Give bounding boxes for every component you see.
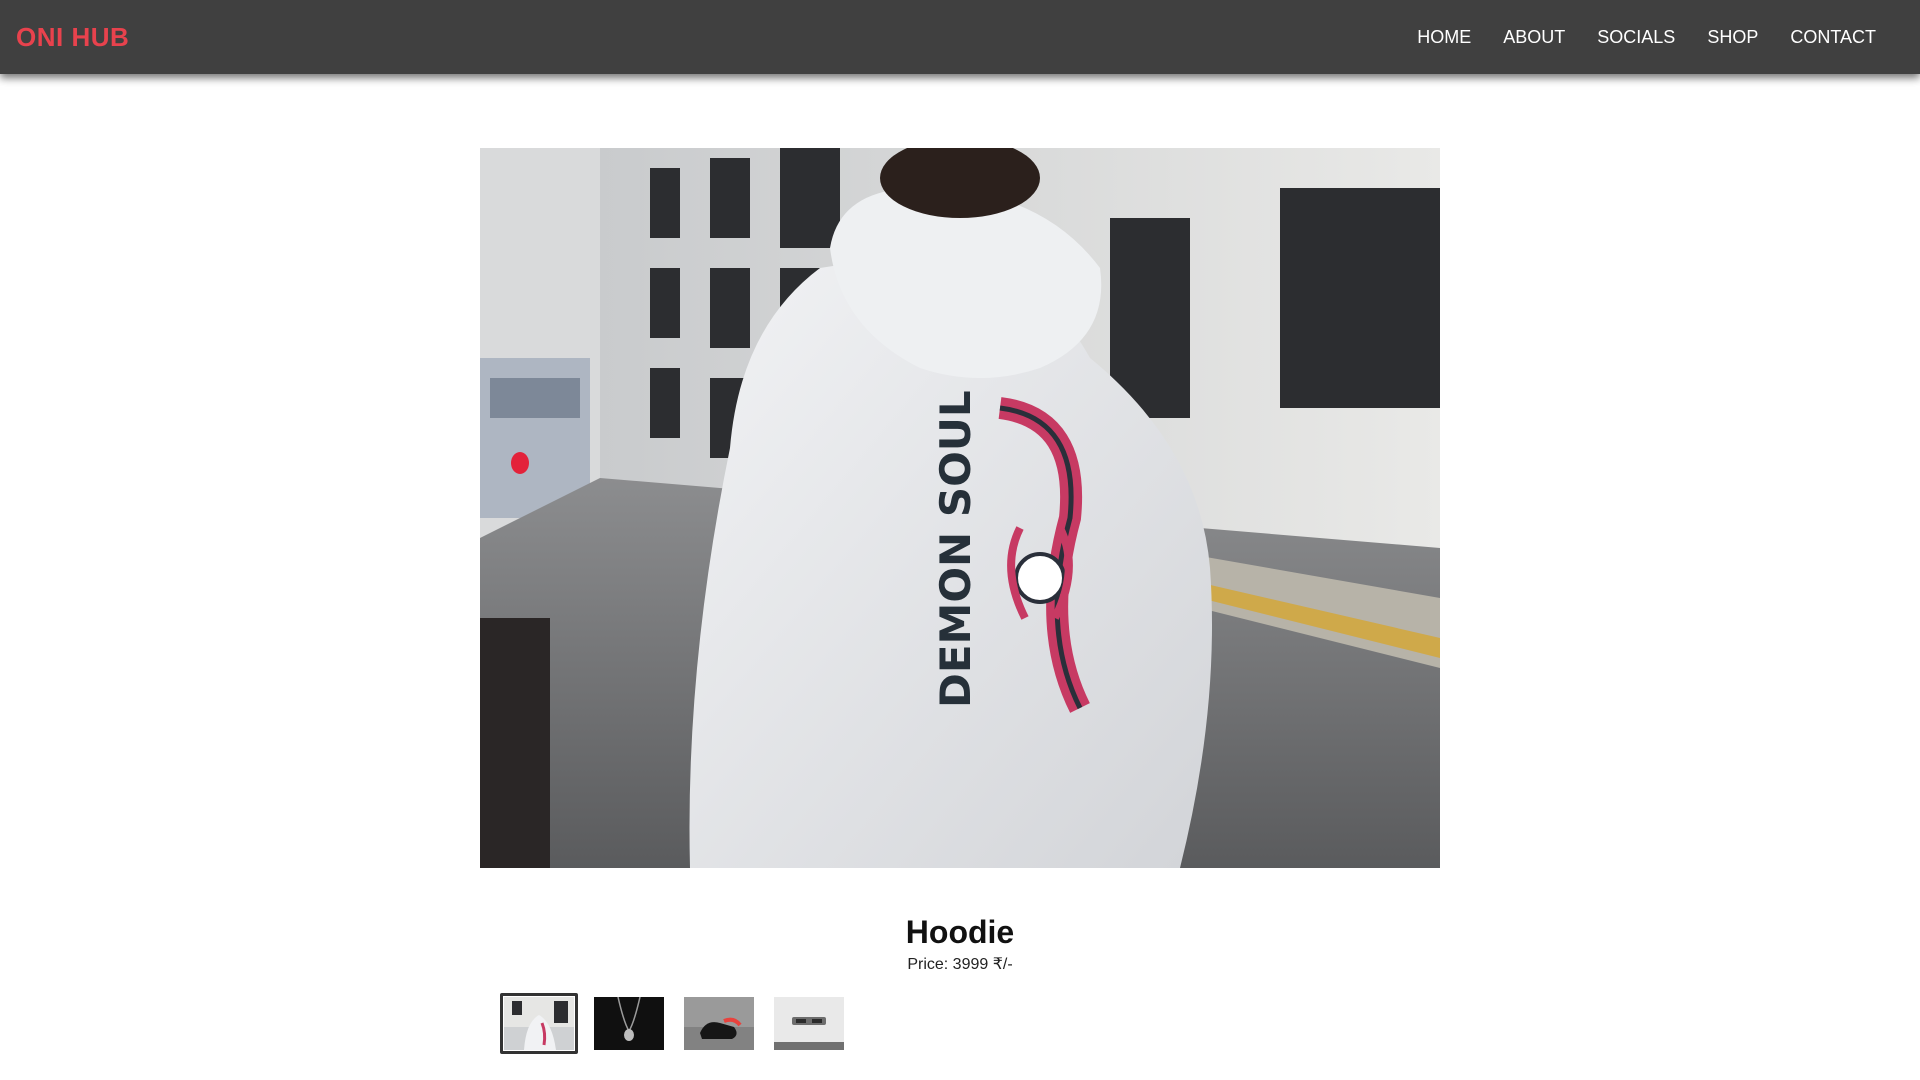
thumbnail-strip xyxy=(500,993,848,1054)
product-price: Price: 3999 ₹/- xyxy=(907,956,1013,973)
thumbnail-sunglasses[interactable] xyxy=(770,993,848,1054)
nav-contact[interactable]: CONTACT xyxy=(1774,27,1892,48)
nav-links: HOME ABOUT SOCIALS SHOP CONTACT xyxy=(1401,0,1892,74)
sneakers-thumbnail-icon xyxy=(684,997,754,1050)
thumbnail-chain[interactable] xyxy=(590,993,668,1054)
nav-home[interactable]: HOME xyxy=(1401,27,1487,48)
hoodie-photo: DEMON SOUL xyxy=(480,148,1440,868)
chain-necklace-thumbnail-icon xyxy=(594,997,664,1050)
product-main-image: DEMON SOUL xyxy=(480,148,1440,868)
product-title: Hoodie xyxy=(905,914,1015,950)
print-text: DEMON SOUL xyxy=(931,390,980,708)
hoodie-thumbnail-icon xyxy=(504,997,574,1050)
nav-socials[interactable]: SOCIALS xyxy=(1581,27,1691,48)
thumbnail-sneakers[interactable] xyxy=(680,993,758,1054)
brand-logo[interactable]: ONI HUB xyxy=(16,22,129,53)
sunglasses-thumbnail-icon xyxy=(774,997,844,1050)
nav-about[interactable]: ABOUT xyxy=(1487,27,1581,48)
top-navbar: ONI HUB HOME ABOUT SOCIALS SHOP CONTACT xyxy=(0,0,1920,74)
nav-shop[interactable]: SHOP xyxy=(1691,27,1774,48)
thumbnail-hoodie[interactable] xyxy=(500,993,578,1054)
